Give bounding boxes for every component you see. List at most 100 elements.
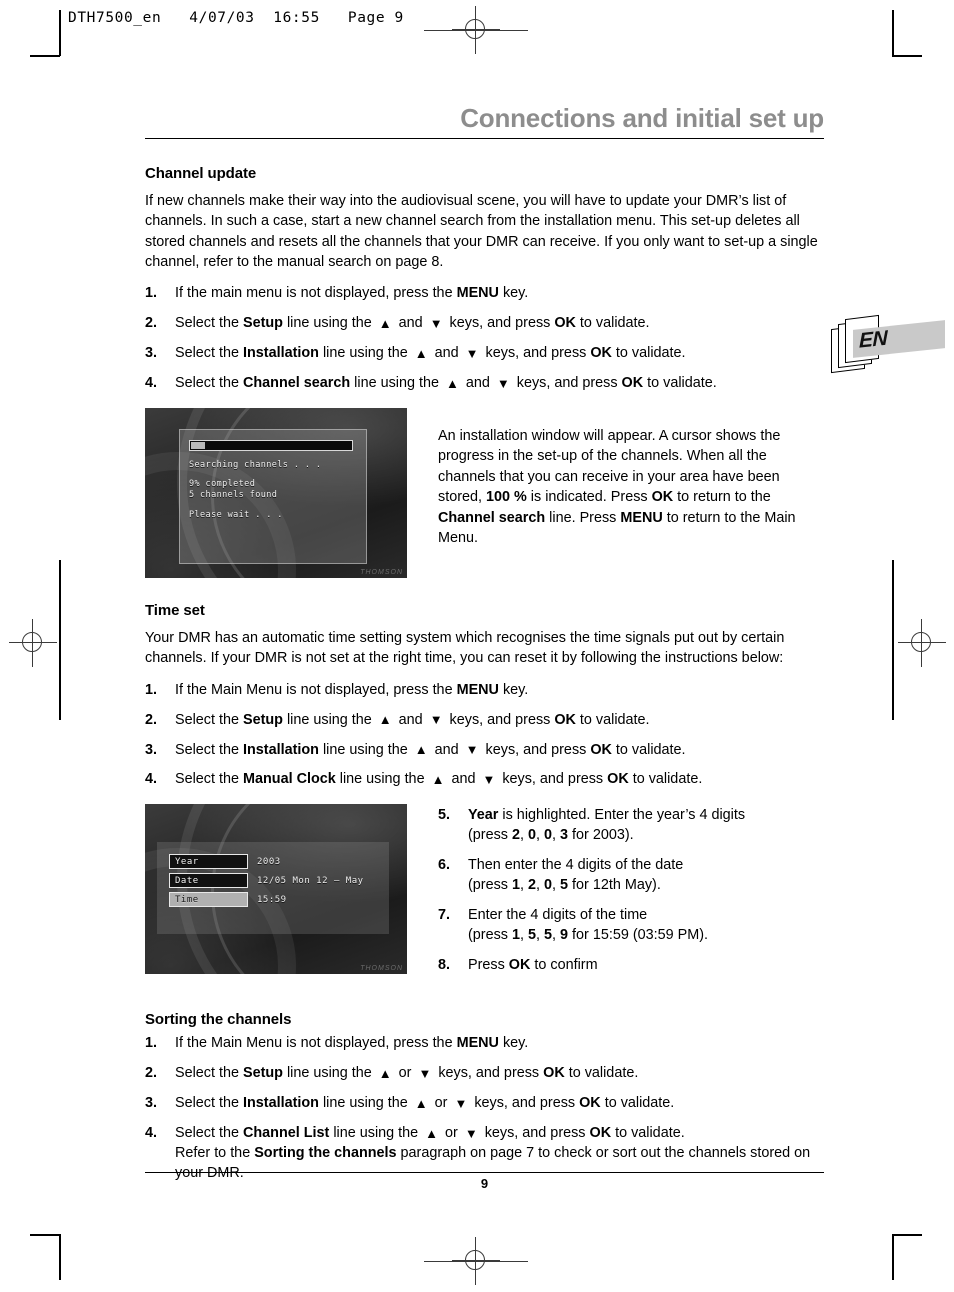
language-tab-en: EN	[829, 313, 949, 375]
step-text-part: or	[430, 1095, 452, 1112]
step-text-part: Then enter the 4 digits of the date	[468, 857, 684, 874]
menu-label-installation: Installation	[243, 741, 319, 758]
step-text-part: Select the	[175, 375, 243, 392]
step-number: 2.	[145, 1065, 158, 1082]
arrow-down-icon: ▼	[465, 742, 479, 758]
menu-label-manual-clock: Manual Clock	[243, 771, 336, 788]
step-number: 1.	[145, 681, 158, 698]
keypad-digit: 2	[528, 876, 537, 893]
step-text-part: Select the	[175, 771, 243, 788]
osd-row-value: 12/05 Mon 12 – May	[257, 875, 364, 886]
step-number: 4.	[145, 771, 158, 788]
caption-part: to return to the	[673, 489, 771, 506]
keypad-digit: 5	[560, 876, 569, 893]
trim-line-right	[892, 560, 894, 720]
osd-row-date[interactable]: Date 12/05 Mon 12 – May	[169, 873, 389, 889]
figure-caption-channel-search: An installation window will appear. A cu…	[407, 408, 824, 549]
key-label-ok: OK	[621, 375, 644, 392]
menu-label-channel-list: Channel List	[243, 1125, 330, 1142]
osd-row-label: Year	[169, 854, 248, 870]
step-text-part: keys, and press	[434, 1065, 544, 1082]
step-text-part: Select the	[175, 1065, 243, 1082]
step-number: 2.	[145, 711, 158, 728]
step-number: 1.	[145, 285, 158, 302]
osd-dialog-manual-clock: Year 2003 Date 12/05 Mon 12 – May Time 1…	[157, 842, 389, 935]
arrow-up-icon: ▲	[414, 1095, 428, 1111]
step-text-part: to validate.	[611, 345, 686, 362]
list-item: 1. If the main menu is not displayed, pr…	[145, 284, 824, 304]
step-text-part: key.	[498, 1035, 529, 1052]
list-item: 3. Select the Installation line using th…	[145, 344, 824, 364]
step-text-part: Select the	[175, 711, 243, 728]
key-label-ok: OK	[579, 1095, 601, 1112]
arrow-down-icon: ▼	[429, 712, 443, 728]
menu-label-setup: Setup	[243, 1065, 283, 1082]
key-label-ok: OK	[607, 771, 629, 788]
step-text-part: or	[441, 1125, 462, 1142]
key-label-ok: OK	[589, 1125, 612, 1142]
step-text: Select the Setup line using the ▲ and ▼ …	[175, 711, 824, 731]
step-text-part: Select the	[175, 1125, 243, 1142]
step-text-part: Select the	[175, 1095, 243, 1112]
step-text-part: Refer to the	[175, 1144, 255, 1161]
step-number: 1.	[145, 1035, 158, 1052]
osd-row-year[interactable]: Year 2003	[169, 842, 389, 870]
step-text-part: line using the	[318, 741, 412, 758]
section-heading-sorting-channels: Sorting the channels	[145, 1011, 292, 1029]
keypad-digit: 5	[528, 926, 537, 943]
step-text-part: ,	[536, 876, 545, 893]
arrow-down-icon: ▼	[454, 1095, 468, 1111]
registration-mark-left	[9, 619, 57, 667]
step-text: Select the Installation line using the ▲…	[175, 1094, 824, 1114]
step-text-part: is highlighted. Enter the year’s 4 digit…	[498, 807, 746, 824]
step-text-part: If the Main Menu is not displayed, press…	[175, 1035, 457, 1052]
step-text-part: and	[430, 741, 463, 758]
registration-mark-bottom	[452, 1237, 500, 1285]
arrow-up-icon: ▲	[378, 712, 392, 728]
step-text-part: to validate.	[611, 741, 686, 758]
step-text-part: ,	[552, 926, 561, 943]
step-text-part: or	[394, 1065, 416, 1082]
step-text-part: and	[447, 771, 480, 788]
section-heading-time-set: Time set	[145, 601, 205, 619]
page-footer: 9	[145, 1172, 824, 1191]
step-text-part: to validate.	[628, 771, 703, 788]
step-text-part: Select the	[175, 315, 243, 332]
step-text-part: to validate.	[575, 711, 650, 728]
time-set-intro: Your DMR has an automatic time setting s…	[145, 629, 785, 667]
step-text-part: keys, and press	[470, 1095, 580, 1112]
step-text: Select the Setup line using the ▲ and ▼ …	[175, 314, 824, 334]
step-text-part: to validate.	[643, 375, 717, 392]
registration-mark-right	[898, 619, 946, 667]
step-text-part: for 2003).	[568, 827, 634, 844]
step-text-part: line using the	[329, 1125, 423, 1142]
step-text-part: line using the	[282, 711, 376, 728]
arrow-down-icon: ▼	[418, 1065, 432, 1081]
osd-row-time[interactable]: Time 15:59	[169, 892, 389, 908]
key-label-menu: MENU	[456, 285, 499, 302]
caption-part: is indicated. Press	[526, 489, 652, 506]
crop-mark-top-left	[0, 0, 70, 66]
step-text: Press OK to confirm	[468, 956, 824, 976]
figure-row-channel-search: Searching channels . . . 9% completed 5 …	[145, 407, 824, 578]
step-number: 2.	[145, 315, 158, 332]
step-number: 4.	[145, 375, 158, 392]
step-text-part: and	[461, 375, 494, 392]
list-item: 2. Select the Setup line using the ▲ and…	[145, 314, 824, 334]
arrow-down-icon: ▼	[496, 375, 510, 391]
arrow-down-icon: ▼	[465, 345, 479, 361]
step-text-part: line using the	[282, 1065, 376, 1082]
step-text-part: line using the	[282, 315, 376, 332]
keypad-digit: 3	[560, 827, 569, 844]
step-text-part: keys, and press	[512, 375, 622, 392]
step-text-part: line using the	[335, 771, 429, 788]
step-number: 5.	[438, 807, 451, 824]
progress-bar	[189, 439, 353, 451]
arrow-up-icon: ▲	[445, 375, 459, 391]
crop-mark-bottom-left	[0, 1226, 70, 1292]
tv-screenshot-manual-clock: Year 2003 Date 12/05 Mon 12 – May Time 1…	[145, 804, 407, 975]
step-text-part: If the Main Menu is not displayed, press…	[175, 681, 457, 698]
osd-row-value: 15:59	[257, 894, 287, 905]
step-text-part: line using the	[318, 1095, 412, 1112]
step-text-part: keys, and press	[481, 345, 591, 362]
